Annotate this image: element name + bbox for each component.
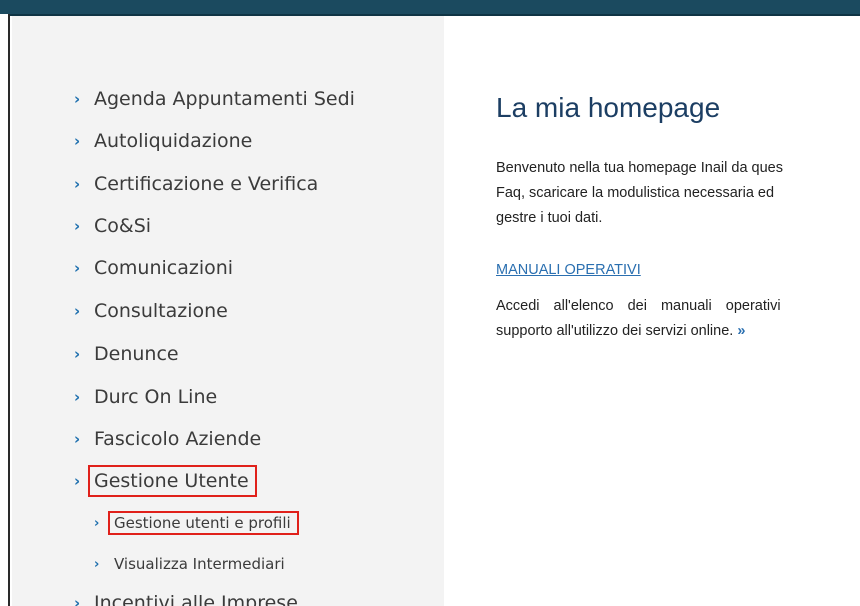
page-title: La mia homepage — [496, 92, 721, 123]
sidebar-item-label: Agenda Appuntamenti Sedi — [94, 88, 355, 110]
highlight-box-gestione-utenti-e-profili: Gestione utenti e profili — [108, 511, 299, 535]
chevron-right-icon: › — [74, 302, 81, 320]
highlight-box-gestione-utente: Gestione Utente — [88, 465, 257, 497]
sidebar-item-label: Comunicazioni — [94, 257, 234, 279]
sidebar-item-certificazione-e-verifica[interactable]: › Certificazione e Verifica — [74, 169, 318, 199]
sidebar-item-gestione-utente[interactable]: › Gestione Utente — [74, 465, 257, 497]
sidebar-menu: › Agenda Appuntamenti Sedi › Autoliquida… — [12, 16, 444, 606]
top-bar — [0, 0, 860, 16]
sidebar-item-label: Gestione Utente — [94, 470, 249, 492]
left-border — [0, 14, 10, 606]
sidebar-subitem-label: Gestione utenti e profili — [114, 514, 291, 532]
chevron-right-icon: › — [74, 430, 81, 448]
sidebar-subitem-visualizza-intermediari[interactable]: › Visualizza Intermediari — [94, 551, 285, 577]
manuali-description-text: supporto all'utilizzo dei servizi online… — [496, 323, 734, 339]
sidebar-item-fascicolo-aziende[interactable]: › Fascicolo Aziende — [74, 424, 261, 454]
sidebar-item-label: Incentivi alle Imprese — [94, 592, 298, 606]
main-content: La mia homepage Benvenuto nella tua home… — [444, 16, 860, 606]
manuali-operativi-link[interactable]: MANUALI OPERATIVI — [496, 262, 641, 278]
double-chevron-right-icon[interactable]: » — [737, 323, 745, 339]
welcome-line: Faq, scaricare la modulistica necessaria… — [496, 185, 775, 201]
chevron-right-icon: › — [94, 556, 100, 572]
sidebar-subitem-label: Visualizza Intermediari — [114, 555, 285, 573]
manuali-description: Accedi all'elenco dei manuali operativi … — [496, 294, 860, 344]
sidebar-item-consultazione[interactable]: › Consultazione — [74, 296, 228, 326]
inail-homepage-window: › Agenda Appuntamenti Sedi › Autoliquida… — [0, 0, 860, 606]
chevron-right-icon: › — [74, 594, 81, 606]
chevron-right-icon: › — [74, 259, 81, 277]
sidebar-item-cosi[interactable]: › Co&Si — [74, 211, 151, 241]
chevron-right-icon: › — [74, 175, 81, 193]
chevron-right-icon: › — [74, 217, 81, 235]
welcome-line: gestre i tuoi dati. — [496, 210, 603, 226]
welcome-text: Benvenuto nella tua homepage Inail da qu… — [496, 156, 860, 231]
sidebar-item-label: Consultazione — [94, 300, 228, 322]
manuali-description-line: Accedi all'elenco dei manuali operativi — [496, 298, 781, 314]
sidebar-item-label: Certificazione e Verifica — [94, 173, 319, 195]
sidebar-item-label: Fascicolo Aziende — [94, 428, 262, 450]
sidebar-item-durc-on-line[interactable]: › Durc On Line — [74, 382, 217, 412]
sidebar-item-comunicazioni[interactable]: › Comunicazioni — [74, 253, 233, 283]
sidebar-item-label: Durc On Line — [94, 386, 218, 408]
chevron-right-icon: › — [74, 345, 81, 363]
chevron-right-icon: › — [74, 388, 81, 406]
sidebar-item-label: Denunce — [94, 343, 179, 365]
chevron-right-icon: › — [74, 90, 81, 108]
sidebar-item-agenda-appuntamenti-sedi[interactable]: › Agenda Appuntamenti Sedi — [74, 84, 355, 114]
sidebar-item-denunce[interactable]: › Denunce — [74, 339, 179, 369]
welcome-line: Benvenuto nella tua homepage Inail da qu… — [496, 160, 783, 176]
sidebar-item-label: Co&Si — [94, 215, 152, 237]
sidebar-item-autoliquidazione[interactable]: › Autoliquidazione — [74, 126, 252, 156]
sidebar-item-label: Autoliquidazione — [94, 130, 253, 152]
sidebar-subitem-gestione-utenti-e-profili[interactable]: › Gestione utenti e profili — [94, 510, 299, 536]
manuali-description-line: supporto all'utilizzo dei servizi online… — [496, 319, 860, 344]
chevron-right-icon: › — [74, 132, 81, 150]
sidebar-item-incentivi-alle-imprese[interactable]: › Incentivi alle Imprese — [74, 588, 298, 606]
